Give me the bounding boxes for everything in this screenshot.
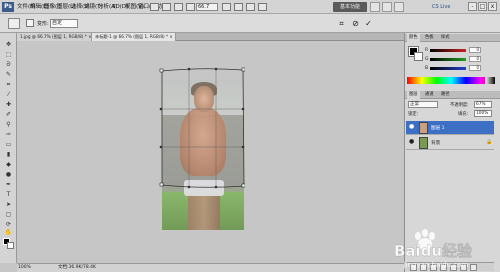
blend-mode-select[interactable]: 正常 (408, 101, 438, 108)
gradient-tool-icon[interactable]: ▮ (4, 151, 13, 159)
quick-select-tool-icon[interactable]: ✎ (4, 71, 13, 79)
tab-layers[interactable]: 图层 (407, 91, 420, 99)
bridge-icon[interactable] (150, 3, 159, 11)
history-brush-tool-icon[interactable]: ✑ (4, 131, 13, 139)
minimize-button[interactable]: - (468, 2, 477, 11)
tab-channels[interactable]: 通道 (423, 91, 436, 99)
fill-label: 填充: (458, 112, 469, 117)
slider-value-g[interactable]: 0 (469, 56, 481, 62)
clone-stamp-tool-icon[interactable]: ⚲ (4, 121, 13, 129)
lock-icon: 🔒 (486, 139, 493, 145)
slider-label-r: R (425, 48, 429, 53)
guides-icon[interactable] (174, 3, 183, 11)
fill-input[interactable]: 100% (474, 110, 492, 117)
layer-name: 背景 (431, 141, 441, 146)
layers-panel-tabs: 图层 通道 路径 (405, 91, 500, 99)
cs-live-button[interactable]: CS Live (432, 2, 468, 12)
commit-transform-button[interactable]: ✓ (363, 18, 374, 29)
move-tool-icon[interactable]: ✥ (4, 41, 13, 49)
reference-point-icon[interactable] (26, 19, 34, 27)
lasso-tool-icon[interactable]: ᘐ (4, 61, 13, 69)
eyedropper-tool-icon[interactable]: ⁄ (4, 91, 13, 99)
zoom-level-select[interactable]: 66.7 (196, 3, 218, 11)
rotate-view-icon[interactable] (234, 3, 243, 11)
maximize-button[interactable]: □ (478, 2, 487, 11)
workspace-more-icon[interactable] (394, 2, 404, 12)
tab-styles[interactable]: 样式 (439, 34, 452, 42)
3d-rotate-tool-icon[interactable]: ⟳ (4, 221, 13, 229)
color-spectrum-bar[interactable] (407, 77, 495, 84)
tab-paths[interactable]: 路径 (439, 91, 452, 99)
blur-tool-icon[interactable]: ◆ (4, 161, 13, 169)
color-panel-tabs: 颜色 色板 样式 (405, 34, 500, 42)
screen-mode-icon[interactable] (258, 3, 267, 11)
pen-tool-icon[interactable]: ✒ (4, 181, 13, 189)
slider-track-g[interactable] (430, 58, 466, 61)
brush-tool-icon[interactable]: ✐ (4, 111, 13, 119)
arrange-documents-icon[interactable] (246, 3, 255, 11)
layer-thumbnail (419, 137, 428, 149)
close-button[interactable]: x (488, 2, 497, 11)
slider-track-b[interactable] (430, 67, 466, 70)
tab-swatches[interactable]: 色板 (423, 34, 436, 42)
opacity-input[interactable]: 67% (474, 101, 492, 108)
workspace-button[interactable]: 基本功能 (333, 2, 367, 12)
slider-value-b[interactable]: 0 (469, 65, 481, 71)
marquee-tool-icon[interactable]: ⬚ (4, 51, 13, 59)
baidu-jingyan-watermark: Baidu经验 jingyan.baidu.com (394, 229, 473, 269)
zoom-status[interactable]: 100% (18, 264, 31, 271)
layer-row[interactable]: ● 图层 1 (406, 121, 494, 135)
visibility-eye-icon[interactable]: ● (409, 139, 415, 145)
workspace-design-icon[interactable] (370, 2, 380, 12)
background-color-swatch[interactable] (7, 242, 14, 249)
grayscale-ramp[interactable] (485, 77, 495, 84)
watermark-brand: Baidu经验 (394, 242, 473, 260)
mini-bridge-icon[interactable] (162, 3, 171, 11)
path-select-tool-icon[interactable]: ➤ (4, 201, 13, 209)
semi-transparent-layer (162, 80, 244, 230)
slider-label-g: G (425, 57, 429, 62)
color-panel-background[interactable] (414, 52, 423, 61)
document-tab-1[interactable]: 1.jpg @ 66.7% (图层 1, RGB/8) * × (17, 33, 92, 41)
tool-preset-picker[interactable] (8, 18, 20, 29)
eraser-tool-icon[interactable]: ▭ (4, 141, 13, 149)
type-tool-icon[interactable]: T (4, 191, 13, 199)
hand-tool-icon[interactable] (222, 3, 231, 11)
tab-color[interactable]: 颜色 (407, 34, 420, 42)
visibility-eye-icon[interactable]: ● (409, 124, 415, 130)
slider-track-r[interactable] (430, 49, 466, 52)
layer-thumbnail (419, 122, 428, 134)
opacity-label: 不透明度: (450, 103, 469, 108)
cancel-transform-button[interactable]: ⊘ (350, 18, 361, 29)
warp-mode-label: 变形: (37, 21, 49, 27)
shape-tool-icon[interactable]: ▢ (4, 211, 13, 219)
warp-toggle-icon[interactable]: ⌗ (336, 18, 347, 29)
photoshop-logo: Ps (2, 2, 14, 12)
layer-name: 图层 1 (431, 126, 445, 131)
warp-mode-select[interactable]: 自定 (50, 19, 78, 28)
workspace-painting-icon[interactable] (382, 2, 392, 12)
slider-label-b: B (425, 66, 429, 71)
document-tab-2[interactable]: 未标题-1 @ 66.7% (图层 1, RGB/8) * × (92, 33, 176, 41)
layer-row[interactable]: ● 背景 🔒 (406, 136, 494, 150)
watermark-url: jingyan.baidu.com (403, 261, 469, 269)
document-size-status: 文档:36.9K/78.4K (58, 265, 96, 270)
zoom-tool-icon[interactable] (186, 3, 195, 11)
hand-tool-icon[interactable]: ✋ (4, 229, 13, 237)
healing-brush-tool-icon[interactable]: ✚ (4, 101, 13, 109)
dodge-tool-icon[interactable]: ● (4, 171, 13, 179)
document-image[interactable] (162, 80, 244, 230)
crop-tool-icon[interactable]: ⌗ (4, 81, 13, 89)
slider-value-r[interactable]: 0 (469, 47, 481, 53)
lock-label: 锁定: (408, 112, 419, 117)
